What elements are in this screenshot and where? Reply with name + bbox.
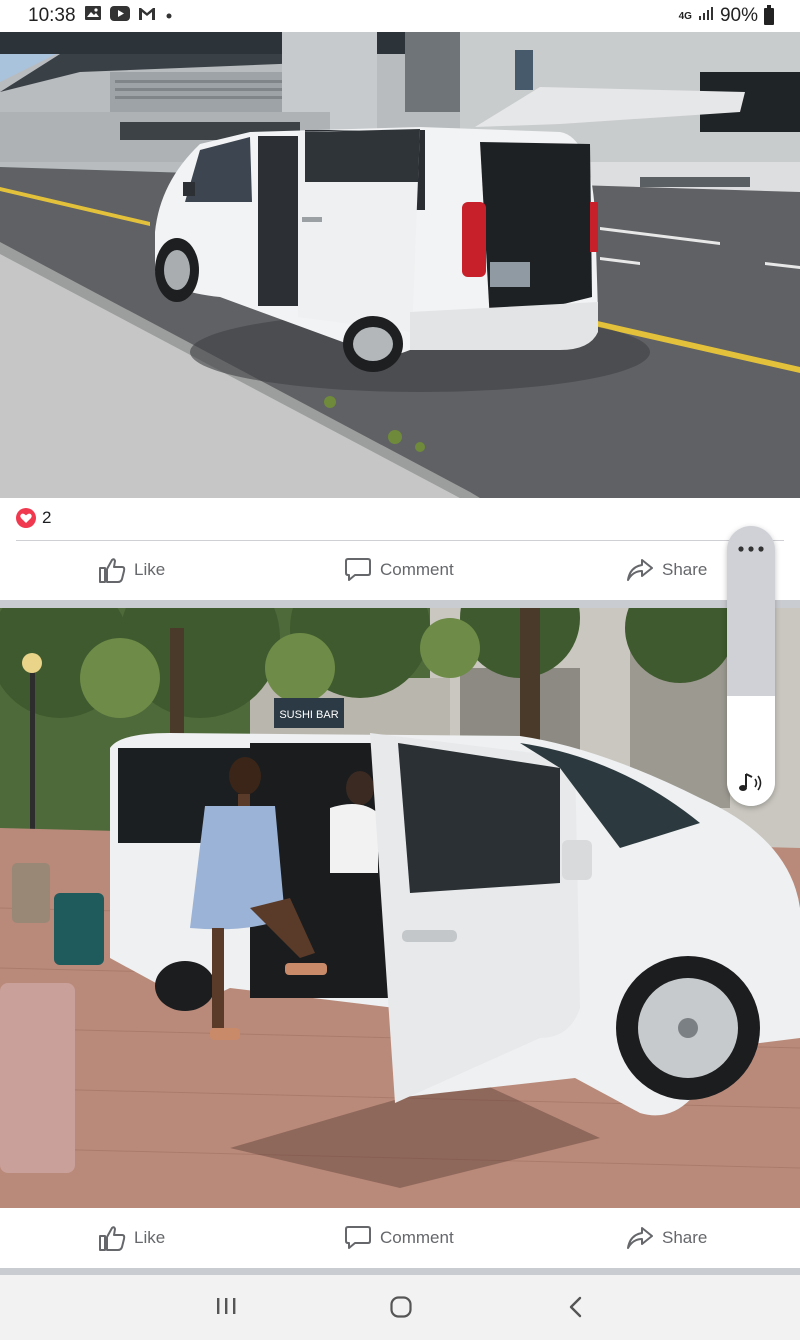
comment-label: Comment bbox=[380, 560, 454, 579]
battery-icon bbox=[764, 4, 774, 25]
comment-bubble-icon bbox=[344, 1225, 372, 1251]
reaction-count: 2 bbox=[42, 508, 52, 527]
like-button[interactable]: Like bbox=[98, 1216, 165, 1260]
share-label: Share bbox=[662, 1228, 708, 1247]
post-1-footer: 2 Like Comment Share bbox=[0, 498, 800, 600]
post-separator bbox=[0, 1268, 800, 1275]
post-separator bbox=[0, 600, 800, 608]
home-icon[interactable] bbox=[389, 1295, 413, 1324]
gmail-icon bbox=[138, 5, 156, 27]
battery-percent: 90% bbox=[719, 5, 758, 26]
action-bar: Like Comment Share bbox=[0, 1216, 800, 1260]
thumbs-up-icon bbox=[98, 557, 126, 583]
more-dots-icon[interactable] bbox=[727, 540, 775, 552]
recent-apps-icon[interactable] bbox=[214, 1295, 238, 1322]
dot-icon bbox=[164, 5, 174, 27]
floating-volume-panel[interactable] bbox=[727, 526, 775, 806]
like-button[interactable]: Like bbox=[98, 548, 165, 592]
comment-button[interactable]: Comment bbox=[344, 548, 454, 592]
share-arrow-icon bbox=[626, 1225, 654, 1251]
footer-divider bbox=[16, 540, 784, 541]
post-photo-van-street[interactable]: SUSHI BAR bbox=[0, 608, 800, 1208]
back-icon[interactable] bbox=[566, 1295, 586, 1324]
share-button[interactable]: Share bbox=[626, 548, 707, 592]
comment-label: Comment bbox=[380, 1228, 454, 1247]
comment-button[interactable]: Comment bbox=[344, 1216, 454, 1260]
youtube-icon bbox=[109, 5, 130, 27]
clock-time: 10:38 bbox=[28, 5, 76, 26]
share-label: Share bbox=[662, 560, 708, 579]
system-nav-bar bbox=[0, 1275, 800, 1340]
thumbs-up-icon bbox=[98, 1225, 126, 1251]
love-icon bbox=[16, 508, 36, 528]
reaction-summary[interactable]: 2 bbox=[16, 508, 51, 528]
like-label: Like bbox=[134, 560, 166, 579]
network-type: 4G bbox=[678, 10, 692, 22]
sushi-bar-sign: SUSHI BAR bbox=[279, 709, 338, 721]
comment-bubble-icon bbox=[344, 557, 372, 583]
status-bar: 10:38 4G 90% bbox=[0, 0, 800, 32]
action-bar: Like Comment Share bbox=[0, 548, 800, 592]
gallery-icon bbox=[84, 5, 102, 27]
share-arrow-icon bbox=[626, 557, 654, 583]
post-2-footer: Like Comment Share bbox=[0, 1208, 800, 1268]
signal-icon bbox=[698, 5, 714, 27]
post-photo-van-airport[interactable] bbox=[0, 32, 800, 498]
like-label: Like bbox=[134, 1228, 166, 1247]
share-button[interactable]: Share bbox=[626, 1216, 707, 1260]
music-note-icon[interactable] bbox=[737, 771, 765, 800]
